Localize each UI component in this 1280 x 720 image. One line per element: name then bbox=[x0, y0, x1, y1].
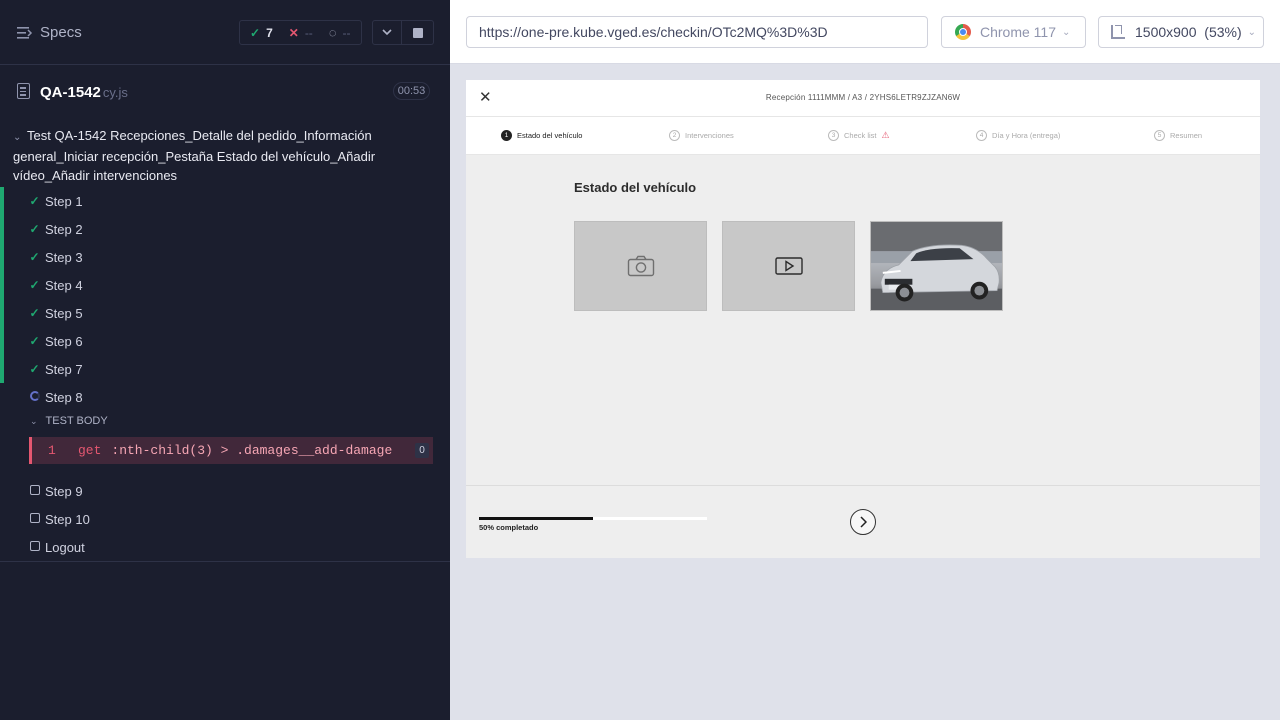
stepper-step-intervenciones[interactable]: 2 Intervenciones bbox=[669, 130, 734, 141]
step-row[interactable]: ✓ Step 2 bbox=[0, 215, 450, 243]
chevron-down-icon: ⌄ bbox=[13, 132, 22, 143]
step-row-pending[interactable]: Step 9 bbox=[0, 477, 450, 505]
test-body-label: TEST BODY bbox=[45, 415, 108, 427]
step-row-pending[interactable]: Step 10 bbox=[0, 505, 450, 533]
specs-label[interactable]: Specs bbox=[40, 24, 82, 41]
step-row-pending[interactable]: Logout bbox=[0, 533, 450, 561]
step-list: ✓ Step 1 ✓ Step 2 ✓ Step 3 ✓ Step 4 ✓ Step 5 … bbox=[0, 187, 450, 411]
car-image bbox=[871, 222, 1002, 310]
wizard-footer: 50% completado bbox=[466, 485, 1260, 558]
stepper-step-entrega[interactable]: 4 Día y Hora (entrega) bbox=[976, 130, 1060, 141]
pending-spinner-icon: ◌ bbox=[328, 25, 337, 40]
divider bbox=[0, 561, 450, 562]
step-row[interactable]: ✓ Step 3 bbox=[0, 243, 450, 271]
command-log-panel: Specs ✓ 7 ✕ -- ◌ -- QA-1542 cy.js 00:53 … bbox=[0, 0, 450, 720]
progress-label: 50% completado bbox=[479, 523, 539, 532]
check-icon: ✓ bbox=[29, 194, 40, 208]
command-row-failed[interactable]: 1 get :nth-child(3) > .damages__add-dama… bbox=[29, 437, 433, 464]
check-icon: ✓ bbox=[29, 278, 40, 292]
test-title[interactable]: ⌄ Test QA-1542 Recepciones_Detalle del pe… bbox=[13, 126, 393, 185]
test-body-toggle[interactable]: ⌄ TEST BODY bbox=[30, 415, 108, 427]
test-title-text: Test QA-1542 Recepciones_Detalle del ped… bbox=[13, 128, 376, 183]
stepper-step-estado[interactable]: 1 Estado del vehículo bbox=[501, 130, 582, 141]
collapse-all-button[interactable] bbox=[372, 20, 402, 45]
spec-filename: QA-1542 cy.js bbox=[40, 84, 128, 101]
step-row[interactable]: ✓ Step 1 bbox=[0, 187, 450, 215]
section-title: Estado del vehículo bbox=[574, 180, 697, 195]
duration-badge: 00:53 bbox=[393, 82, 430, 100]
specs-list-icon[interactable] bbox=[17, 26, 33, 40]
step-row-running[interactable]: Step 8 bbox=[0, 383, 450, 411]
element-count-badge: 0 bbox=[415, 443, 429, 458]
pending-square-icon bbox=[29, 541, 40, 551]
chrome-icon bbox=[955, 24, 971, 40]
spec-name: QA-1542 bbox=[40, 84, 101, 101]
passed-count: 7 bbox=[266, 25, 273, 40]
browser-selector[interactable]: Chrome 117 ⌄ bbox=[941, 16, 1086, 48]
check-icon: ✓ bbox=[29, 222, 40, 236]
step-row[interactable]: ✓ Step 7 bbox=[0, 355, 450, 383]
camera-icon bbox=[627, 255, 654, 277]
spec-header: QA-1542 cy.js 00:53 bbox=[0, 66, 450, 118]
chevron-down-icon: ⌄ bbox=[1062, 26, 1071, 38]
command-number: 1 bbox=[48, 443, 56, 458]
chevron-right-icon bbox=[860, 516, 867, 528]
check-icon: ✓ bbox=[29, 250, 40, 264]
stop-icon bbox=[412, 27, 423, 38]
check-icon: ✓ bbox=[29, 362, 40, 376]
running-spinner-icon bbox=[29, 391, 40, 401]
step-row[interactable]: ✓ Step 5 bbox=[0, 299, 450, 327]
stepper-step-checklist[interactable]: 3 Check list ⚠ bbox=[828, 130, 890, 141]
chevron-down-icon bbox=[382, 29, 392, 36]
check-icon: ✓ bbox=[29, 334, 40, 348]
check-icon: ✓ bbox=[29, 306, 40, 320]
add-video-tile[interactable] bbox=[722, 221, 855, 311]
pending-square-icon bbox=[29, 513, 40, 523]
chevron-down-icon: ⌄ bbox=[30, 415, 38, 426]
chevron-down-icon: ⌄ bbox=[1247, 26, 1257, 38]
next-step-button[interactable] bbox=[850, 509, 876, 535]
passed-check-icon: ✓ bbox=[250, 25, 261, 40]
pending-step-list: Step 9 Step 10 Logout bbox=[0, 477, 450, 561]
test-stats: ✓ 7 ✕ -- ◌ -- bbox=[239, 20, 362, 45]
add-photo-tile[interactable] bbox=[574, 221, 707, 311]
stop-button[interactable] bbox=[402, 20, 434, 45]
url-bar[interactable]: https://one-pre.kube.vged.es/checkin/OTc… bbox=[466, 16, 928, 48]
progress-bar bbox=[479, 517, 707, 520]
viewport-selector[interactable]: 1500x900 (53%) ⌄ bbox=[1098, 16, 1264, 48]
viewport-size: 1500x900 bbox=[1135, 24, 1197, 40]
stepper-step-resumen[interactable]: 5 Resumen bbox=[1154, 130, 1202, 141]
pending-square-icon bbox=[29, 485, 40, 495]
browser-toolbar: https://one-pre.kube.vged.es/checkin/OTc… bbox=[450, 0, 1280, 64]
pending-count: -- bbox=[342, 25, 351, 40]
app-header: ✕ Recepción 1111MMM / A3 / 2YHS6LETR9ZJZ… bbox=[466, 80, 1260, 117]
play-icon bbox=[774, 257, 803, 275]
ruler-icon bbox=[1111, 25, 1125, 39]
warning-icon: ⚠ bbox=[881, 130, 890, 140]
step-row[interactable]: ✓ Step 4 bbox=[0, 271, 450, 299]
command-name: get bbox=[78, 443, 102, 458]
viewport-zoom: (53%) bbox=[1204, 24, 1242, 40]
app-under-test: ✕ Recepción 1111MMM / A3 / 2YHS6LETR9ZJZ… bbox=[466, 80, 1260, 558]
failed-x-icon: ✕ bbox=[288, 25, 299, 40]
wizard-stepper: 1 Estado del vehículo 2 Intervenciones 3 Ch… bbox=[466, 117, 1260, 155]
browser-label: Chrome 117 bbox=[980, 24, 1057, 40]
runner-topbar: Specs ✓ 7 ✕ -- ◌ -- bbox=[0, 0, 450, 65]
spec-extension: cy.js bbox=[102, 85, 128, 100]
progress-fill bbox=[479, 517, 593, 520]
failed-count: -- bbox=[304, 25, 313, 40]
file-icon bbox=[17, 83, 30, 99]
reception-title: Recepción 1111MMM / A3 / 2YHS6LETR9ZJZAN… bbox=[765, 93, 961, 102]
command-selector: :nth-child(3) > .damages__add-damage bbox=[111, 443, 393, 458]
vehicle-photo[interactable] bbox=[870, 221, 1003, 311]
step-row[interactable]: ✓ Step 6 bbox=[0, 327, 450, 355]
